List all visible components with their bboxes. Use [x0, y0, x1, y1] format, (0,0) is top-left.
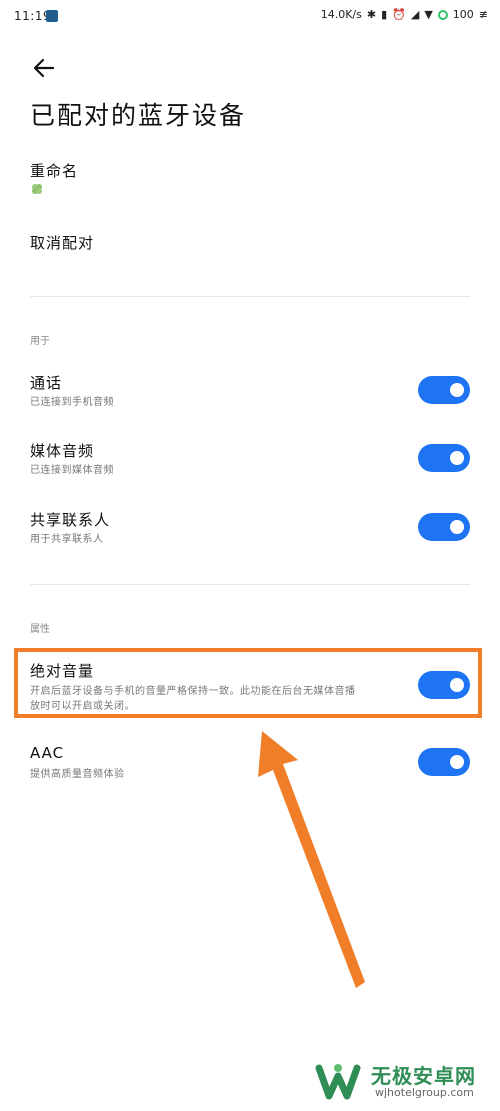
watermark-logo-icon — [315, 1064, 361, 1100]
watermark: 无极安卓网 wjhotelgroup.com — [315, 1058, 495, 1106]
watermark-url: wjhotelgroup.com — [375, 1086, 474, 1099]
watermark-name: 无极安卓网 — [371, 1064, 476, 1088]
orange-arrow-annotation — [258, 731, 365, 988]
